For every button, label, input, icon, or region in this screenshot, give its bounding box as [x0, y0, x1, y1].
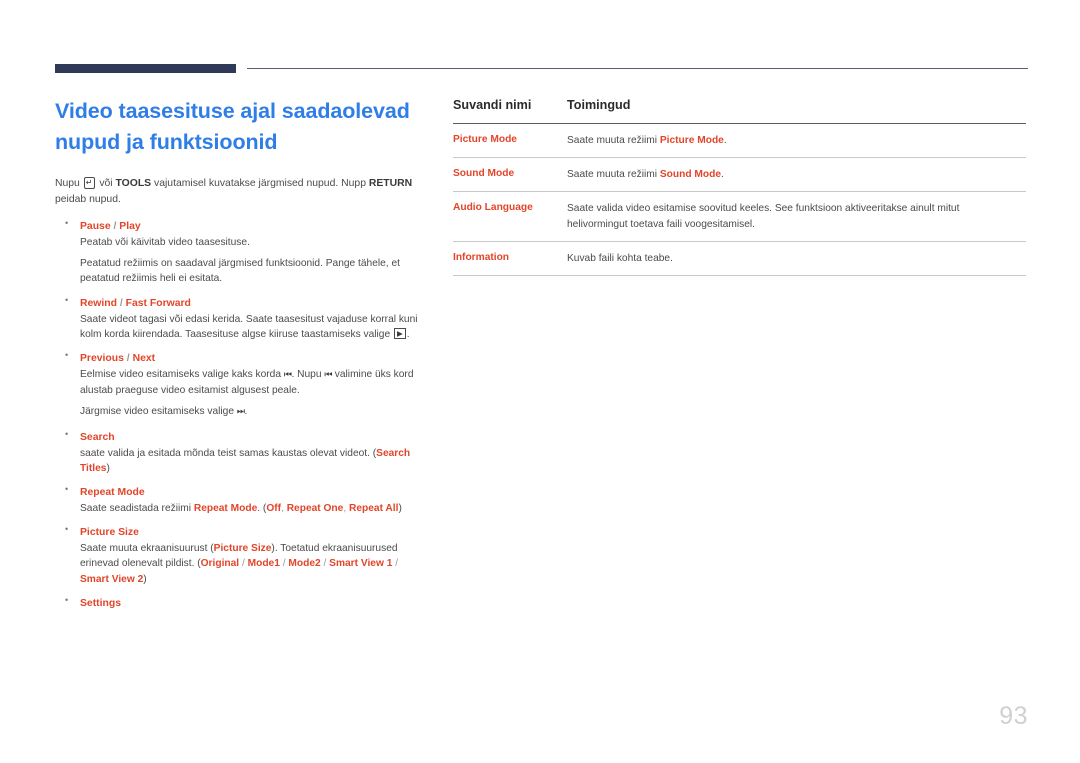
picsize-option-original: Original	[200, 558, 240, 570]
intro-text-1: Nupu	[55, 178, 80, 189]
desc-text-2: .	[721, 169, 724, 181]
table-cell-desc-audio-language: Saate valida video esitamise soovitud ke…	[567, 191, 1026, 242]
bullet-body-pause-play-1: Peatab või käivitab video taasesituse.	[80, 237, 250, 248]
repeat-option-one: Repeat One	[286, 503, 344, 515]
page-title-line-2: nupud ja funktsioonid	[55, 130, 278, 154]
rewind-text-end: .	[406, 328, 410, 340]
term-fast-forward: Fast Forward	[125, 297, 191, 309]
bullet-term-search: Search	[80, 431, 115, 443]
picsize-text-1: Saate muuta ekraanisuurust (	[80, 543, 214, 555]
page-title: Video taasesituse ajal saadaolevad nupud…	[55, 96, 421, 158]
function-list: Pause / Play Peatab või käivitab video t…	[55, 218, 421, 611]
repeat-text-2: . (	[257, 503, 267, 515]
list-item-picture-size: Picture Size Saate muuta ekraanisuurust …	[55, 524, 421, 587]
term-next: Next	[132, 353, 156, 365]
picsize-option-mode1: Mode1	[247, 558, 280, 570]
intro-bold-return: RETURN	[368, 178, 413, 189]
table-cell-name-audio-language: Audio Language	[453, 191, 567, 242]
bullet-body-picture-size: Saate muuta ekraanisuurust (Picture Size…	[80, 543, 399, 585]
table-cell-name-information: Information	[453, 241, 567, 277]
table-cell-name-sound-mode: Sound Mode	[453, 157, 567, 193]
intro-paragraph: Nupu ↵ või TOOLS vajutamisel kuvatakse j…	[55, 176, 415, 207]
table-header-option-name: Suvandi nimi	[453, 98, 567, 124]
desc-keyword: Picture Mode	[659, 135, 724, 146]
header-rule-thin	[247, 68, 1028, 69]
table-cell-desc-information: Kuvab faili kohta teabe.	[567, 241, 1026, 277]
repeat-option-off: Off	[266, 503, 282, 515]
rewind-text: Saate videot tagasi või edasi kerida. Sa…	[80, 313, 418, 340]
search-text-1: saate valida ja esitada mõnda teist sama…	[80, 447, 377, 459]
bullet-body-previous: Eelmise video esitamiseks valige kaks ko…	[80, 367, 421, 398]
picsize-option-smart-view-1: Smart View 1	[329, 558, 393, 570]
next-text-1: Järgmise video esitamiseks valige	[80, 406, 235, 418]
bullet-body-next: Järgmise video esitamiseks valige ⏭.	[80, 404, 421, 420]
skip-back-icon-2: ⏮	[324, 370, 332, 381]
picsize-option-smart-view-2: Smart View 2	[80, 573, 144, 585]
list-item-rewind-fast-forward: Rewind / Fast Forward Saate videot tagas…	[55, 295, 421, 342]
bullet-body-pause-play-2: Peatatud režiimis on saadaval järgmised …	[80, 258, 400, 285]
term-pause: Pause	[80, 221, 111, 232]
repeat-text-1: Saate seadistada režiimi	[80, 503, 191, 515]
picsize-keyword: Picture Size	[213, 543, 272, 555]
table-header-row: Suvandi nimi Toimingud	[453, 98, 1026, 124]
intro-text-3: vajutamisel kuvatakse järgmised nupud. N…	[154, 178, 366, 189]
page-number: 93	[999, 702, 1028, 730]
picsize-text-3: )	[143, 573, 147, 585]
table-cell-name-picture-mode: Picture Mode	[453, 123, 567, 159]
list-item-repeat-mode: Repeat Mode Saate seadistada režiimi Rep…	[55, 484, 421, 516]
options-table: Suvandi nimi Toimingud Picture Mode Saat…	[453, 98, 1026, 277]
list-item-settings: Settings	[55, 595, 421, 611]
previous-text-2: . Nupu	[291, 369, 322, 381]
search-text-2: )	[106, 462, 110, 474]
bullet-term-rewind-fast-forward: Rewind / Fast Forward	[80, 297, 191, 309]
left-column: Video taasesituse ajal saadaolevad nupud…	[55, 96, 421, 620]
term-play: Play	[119, 221, 141, 232]
bullet-term-previous-next: Previous / Next	[80, 353, 156, 365]
bullet-term-settings: Settings	[80, 597, 121, 609]
header-rule-thick	[55, 64, 236, 73]
manual-page: Video taasesituse ajal saadaolevad nupud…	[0, 0, 1080, 763]
desc-text-1: Saate muuta režiimi	[567, 135, 658, 146]
table-cell-desc-picture-mode: Saate muuta režiimi Picture Mode.	[567, 123, 1026, 159]
list-item-pause-play: Pause / Play Peatab või käivitab video t…	[55, 218, 421, 287]
picsize-option-mode2: Mode2	[288, 558, 321, 570]
previous-text-1: Eelmise video esitamiseks valige kaks ko…	[80, 369, 282, 381]
intro-text-4: peidab nupud.	[55, 193, 121, 205]
desc-keyword: Sound Mode	[659, 169, 721, 181]
repeat-option-all: Repeat All	[349, 503, 399, 515]
list-item-search: Search saate valida ja esitada mõnda tei…	[55, 429, 421, 476]
enter-key-icon: ↵	[83, 177, 96, 189]
term-rewind: Rewind	[80, 297, 117, 309]
bullet-body-search: saate valida ja esitada mõnda teist sama…	[80, 446, 421, 476]
right-column: Suvandi nimi Toimingud Picture Mode Saat…	[453, 98, 1026, 277]
desc-text-1: Saate muuta režiimi	[567, 169, 658, 181]
header-rule	[55, 62, 1028, 76]
bullet-body-repeat-mode: Saate seadistada režiimi Repeat Mode. (O…	[80, 503, 402, 515]
table-row: Sound Mode Saate muuta režiimi Sound Mod…	[453, 157, 1026, 193]
table-row: Information Kuvab faili kohta teabe.	[453, 241, 1026, 277]
table-cell-desc-sound-mode: Saate muuta režiimi Sound Mode.	[567, 157, 1026, 193]
play-icon: ▶	[393, 327, 406, 339]
bullet-term-pause-play: Pause / Play	[80, 221, 141, 232]
repeat-text-3: )	[398, 503, 402, 515]
bullet-term-repeat-mode: Repeat Mode	[80, 487, 145, 499]
bullet-body-rewind: Saate videot tagasi või edasi kerida. Sa…	[80, 312, 421, 342]
table-header-actions: Toimingud	[567, 98, 1026, 124]
table-row: Audio Language Saate valida video esitam…	[453, 191, 1026, 242]
table-row: Picture Mode Saate muuta režiimi Picture…	[453, 123, 1026, 159]
page-title-line-1: Video taasesituse ajal saadaolevad	[55, 99, 410, 123]
intro-bold-tools: TOOLS	[115, 178, 152, 189]
bullet-term-picture-size: Picture Size	[80, 527, 139, 539]
list-item-previous-next: Previous / Next Eelmise video esitamisek…	[55, 350, 421, 421]
desc-text-2: .	[723, 135, 727, 146]
intro-text-2: või	[99, 178, 113, 189]
term-previous: Previous	[80, 353, 124, 365]
repeat-keyword: Repeat Mode	[193, 503, 258, 515]
next-text-2: .	[244, 406, 248, 418]
